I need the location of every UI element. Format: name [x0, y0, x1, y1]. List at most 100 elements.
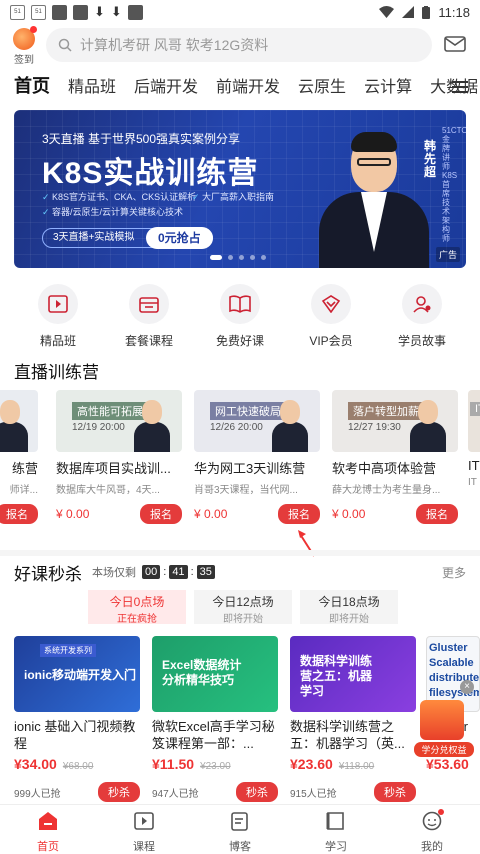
quick-premium-class[interactable]: 精品班 — [14, 284, 102, 349]
course-title: 练营 — [11, 461, 38, 476]
tab-cloud-native[interactable]: 云原生 — [298, 73, 346, 97]
course-tag: IT — [470, 402, 480, 416]
section-title-flash: 好课秒杀 — [14, 564, 82, 584]
flash-buy-button[interactable]: 秒杀 — [374, 782, 416, 802]
banner-tagline: 3天直播 基于世界500强真实案例分享 — [42, 132, 241, 146]
quick-free-course[interactable]: 免费好课 — [196, 284, 284, 349]
live-course-card[interactable]: 网工快速破局 12/26 20:00 华为网工3天训练营 肖哥3天课程，当代网.… — [194, 390, 320, 524]
deal-sold-count: 999人已抢 — [14, 788, 61, 800]
section-divider — [0, 550, 480, 556]
deal-card[interactable]: 数据科学训练营之五：机器学习 数据科学训练营之五：机器学习（英... ¥23.6… — [290, 636, 416, 802]
live-course-card[interactable]: IT IT IT — [468, 390, 480, 488]
top-bar: 签到 计算机考研 风哥 软考12G资料 — [0, 26, 480, 66]
instructor-photo — [319, 130, 439, 268]
live-course-card[interactable]: 落户转型加薪 12/27 19:30 软考中高项体验营 薛大龙博士为考生量身..… — [332, 390, 458, 524]
countdown-seconds: 35 — [196, 565, 215, 579]
download-icon: ⬇ — [94, 4, 105, 19]
countdown-minutes: 41 — [169, 565, 188, 579]
video-course-icon — [48, 295, 68, 313]
signin-icon — [13, 26, 37, 50]
app-notification-icon: 51 — [10, 4, 25, 20]
course-title: 软考中高项体验营 — [332, 461, 437, 476]
course-price: ¥ 0.00 — [194, 507, 228, 521]
tab-cloud-computing[interactable]: 云计算 — [364, 73, 412, 97]
quick-label: 套餐课程 — [124, 334, 173, 348]
quick-package[interactable]: 套餐课程 — [105, 284, 193, 349]
tab-frontend[interactable]: 前端开发 — [216, 73, 280, 97]
nav-profile[interactable]: 我的 — [384, 805, 480, 854]
quick-label: 学员故事 — [397, 334, 446, 348]
section-title-live: 直播训练营 — [14, 363, 99, 382]
tab-premium[interactable]: 精品班 — [68, 73, 116, 97]
slot-tab-18[interactable]: 今日18点场 即将开始 — [300, 590, 398, 625]
flash-buy-button[interactable]: 秒杀 — [236, 782, 278, 802]
quick-entries: 精品班 套餐课程 免费好课 VIP会员 学员故事 — [14, 284, 466, 349]
live-course-list: 练营 师详... 报名 高性能可拓展 12/19 20:00 数据库项目实战训.… — [0, 390, 480, 530]
promo-banner[interactable]: 3天直播 基于世界500强真实案例分享 K8S实战训练营 K8S官方证书、CKA… — [14, 110, 466, 268]
student-icon — [413, 296, 431, 313]
slot-time: 今日0点场 — [109, 595, 165, 609]
nav-home[interactable]: 首页 — [0, 805, 96, 854]
countdown-timer: 00: 41: 35 — [142, 565, 215, 579]
nav-label: 博客 — [229, 841, 251, 853]
deal-title: 微软Excel高手学习秘笈课程第一部：... — [152, 719, 275, 751]
tab-backend[interactable]: 后端开发 — [134, 73, 198, 97]
nav-label: 首页 — [37, 841, 59, 853]
signup-button[interactable]: 报名 — [140, 504, 182, 524]
gift-icon — [420, 700, 464, 740]
course-subtitle: 肖哥3天课程，当代网... — [194, 485, 298, 496]
signup-button[interactable]: 报名 — [278, 504, 320, 524]
deal-card[interactable]: 系统开发系列 ionic移动端开发入门 ionic 基础入门视频教程 ¥34.0… — [14, 636, 140, 802]
close-icon[interactable]: × — [460, 680, 474, 694]
deal-image-label: ionic移动端开发入门 — [24, 668, 137, 682]
points-gift-widget[interactable]: × 学分兑权益 — [414, 680, 476, 760]
category-tabs: 首页 精品班 后端开发 前端开发 云原生 云计算 大数据 — [0, 68, 480, 102]
nav-course[interactable]: 课程 — [96, 805, 192, 854]
signin-button[interactable]: 签到 — [8, 26, 40, 66]
flash-buy-button[interactable]: 秒杀 — [98, 782, 140, 802]
deal-card[interactable]: Excel数据统计分析精华技巧 微软Excel高手学习秘笈课程第一部：... ¥… — [152, 636, 278, 802]
deal-price: ¥23.60 — [290, 756, 333, 772]
live-course-card[interactable]: 练营 师详... 报名 — [0, 390, 38, 524]
signup-button[interactable]: 报名 — [416, 504, 458, 524]
slot-time: 今日18点场 — [318, 595, 380, 609]
banner-cta-button[interactable]: 0元抢占 — [146, 227, 213, 249]
nav-study[interactable]: 学习 — [288, 805, 384, 854]
live-course-card[interactable]: 高性能可拓展 12/19 20:00 数据库项目实战训... 数据库大牛风哥，4… — [56, 390, 182, 524]
flash-sale-header: 好课秒杀 本场仅剩 00: 41: 35 更多 — [14, 560, 466, 584]
instructor-role: 51CTO金牌讲师 K8S首席技术架构师 — [442, 126, 466, 243]
deal-sold-count: 915人已抢 — [290, 788, 337, 800]
tab-home[interactable]: 首页 — [14, 72, 50, 98]
flash-deal-list: 系统开发系列 ionic移动端开发入门 ionic 基础入门视频教程 ¥34.0… — [0, 636, 480, 802]
deal-sold-count: 947人已抢 — [152, 788, 199, 800]
more-link[interactable]: 更多 — [442, 564, 466, 581]
nav-label: 学习 — [325, 841, 347, 853]
course-subtitle: IT — [468, 477, 477, 488]
message-icon[interactable] — [444, 36, 466, 52]
nav-blog[interactable]: 博客 — [192, 805, 288, 854]
battery-icon — [422, 5, 431, 19]
slot-tab-0[interactable]: 今日0点场 正在疯抢 — [88, 590, 186, 625]
app-notification-icon — [52, 4, 67, 20]
study-icon — [326, 812, 344, 830]
search-placeholder: 计算机考研 风哥 软考12G资料 — [80, 37, 269, 53]
countdown-label: 本场仅剩 — [92, 567, 136, 579]
deal-image: 数据科学训练营之五：机器学习 — [290, 636, 416, 712]
app-notification-icon — [73, 4, 88, 20]
search-input[interactable]: 计算机考研 风哥 软考12G资料 — [46, 28, 432, 62]
quick-vip[interactable]: VIP会员 — [287, 284, 375, 349]
bottom-nav: 首页 课程 博客 学习 我的 — [0, 804, 480, 854]
signup-button[interactable]: 报名 — [0, 504, 38, 524]
course-title: 数据库项目实战训... — [56, 461, 171, 476]
course-subtitle: 薛大龙博士为考生量身... — [332, 485, 441, 496]
quick-student-story[interactable]: 学员故事 — [378, 284, 466, 349]
slot-state: 即将开始 — [223, 614, 263, 625]
course-icon — [134, 812, 154, 830]
deal-image-label: 数据科学训练营之五：机器学习 — [300, 654, 373, 698]
tabs-menu-icon[interactable] — [452, 78, 468, 96]
slot-tab-12[interactable]: 今日12点场 即将开始 — [194, 590, 292, 625]
wifi-icon — [379, 6, 395, 18]
course-date: 12/27 19:30 — [348, 422, 401, 433]
unread-badge — [438, 809, 444, 815]
banner-feature: 容器/云原生/云计算关键核心技术 — [42, 205, 282, 220]
